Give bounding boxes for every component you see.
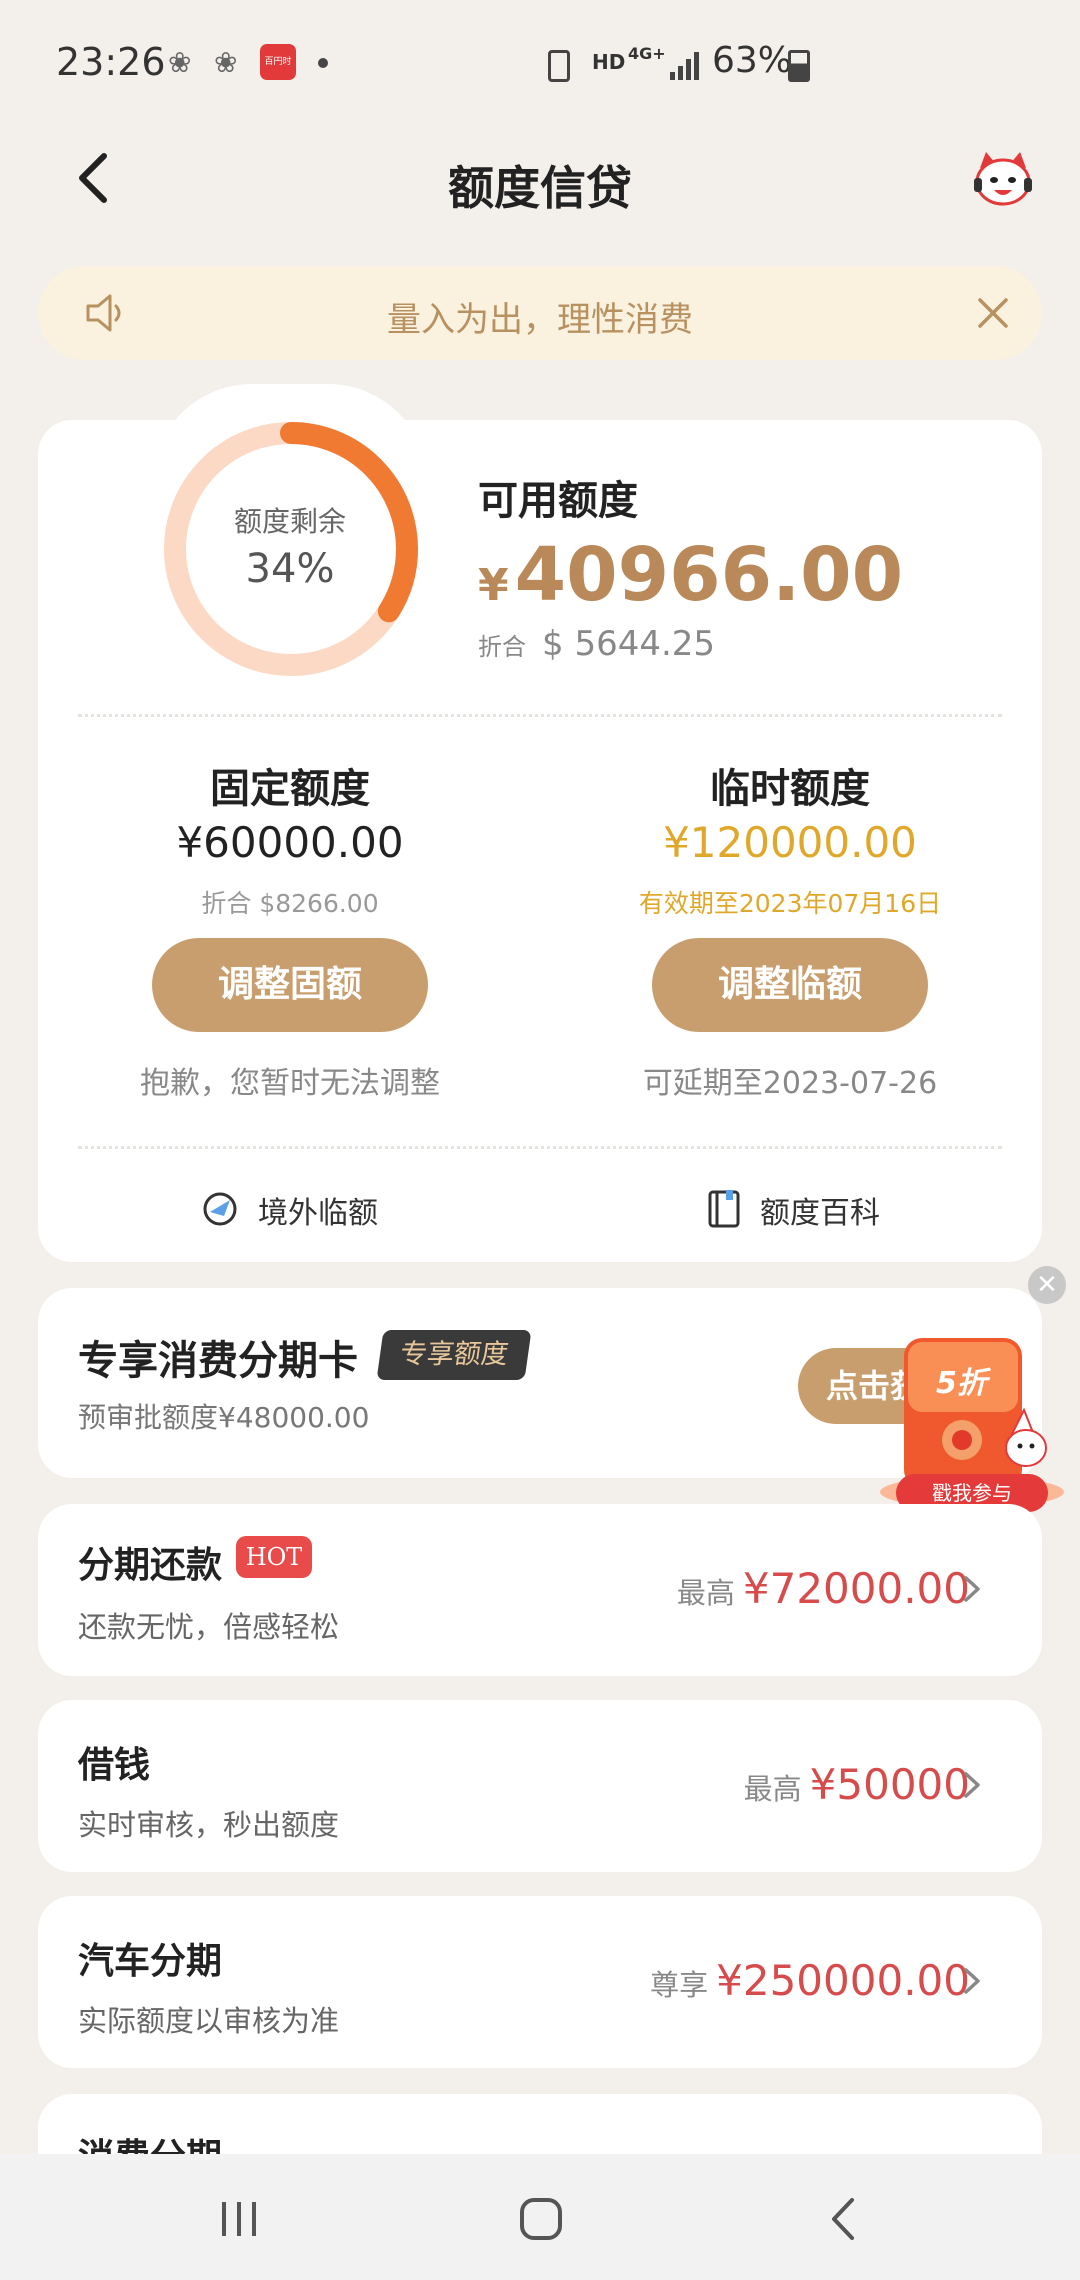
list-item-title: 分期还款: [78, 1545, 223, 1586]
available-amount: 40966.00: [514, 532, 904, 618]
available-usd: 折合 $ 5644.25: [478, 624, 715, 664]
list-item-amount: 尊享 ¥250000.00: [650, 1956, 970, 2005]
currency-symbol: ¥: [478, 560, 509, 611]
status-bar: 23:26 ❀ ❀ 百円时 HD 4G+ 63%: [0, 0, 1080, 120]
customer-service-button[interactable]: [970, 148, 1036, 210]
status-time: 23:26: [56, 40, 166, 84]
overseas-temp-credit-label: 境外临额: [258, 1196, 378, 1231]
mascot-cat-icon: [974, 152, 1032, 206]
list-item-amount: 最高 ¥50000: [744, 1760, 970, 1809]
promo-title: 专享消费分期卡: [78, 1338, 358, 1384]
chevron-right-icon: [964, 1968, 980, 1994]
divider: [78, 714, 1002, 717]
notice-banner: 量入为出，理性消费: [38, 266, 1042, 360]
amount-prefix: 最高: [743, 1772, 802, 1806]
network-gen-label: 4G+: [628, 44, 666, 63]
hot-badge: HOT: [236, 1536, 312, 1578]
close-icon[interactable]: [972, 292, 1014, 334]
discount-label: 5折: [936, 1366, 987, 1401]
ring-label: 额度剩余: [233, 505, 346, 538]
adjust-fixed-button[interactable]: 调整固额: [152, 938, 428, 1032]
list-item-subtitle: 实时审核，秒出额度: [78, 1808, 340, 1842]
list-item-subtitle: 实际额度以审核为准: [78, 2004, 340, 2038]
usd-amount: $ 5644.25: [542, 624, 716, 664]
recent-apps-icon[interactable]: [214, 2194, 264, 2244]
book-icon: [708, 1190, 740, 1228]
divider: [78, 1146, 1002, 1149]
list-item-title: 汽车分期: [78, 1941, 223, 1982]
temp-credit-value: ¥120000.00: [663, 818, 917, 867]
battery-percent: 63%: [712, 40, 793, 81]
available-credit-label: 可用额度: [478, 478, 638, 524]
hd-label: HD: [592, 50, 626, 74]
list-item-amount: 最高 ¥72000.00: [677, 1564, 970, 1613]
close-icon[interactable]: ✕: [1028, 1266, 1066, 1304]
app-notification-icon: 百円时: [260, 44, 296, 80]
credit-wiki-label: 额度百科: [760, 1196, 880, 1231]
chevron-right-icon: [964, 1772, 980, 1798]
fixed-credit-usd: 折合 $8266.00: [201, 889, 379, 918]
battery-icon: [788, 50, 810, 82]
temp-credit-note: 可延期至2023-07-26: [642, 1066, 938, 1101]
flower-icon: ❀: [168, 46, 192, 79]
fixed-credit-note: 抱歉，您暂时无法调整: [140, 1066, 440, 1101]
globe-plane-icon: [203, 1192, 237, 1226]
back-nav-icon[interactable]: [818, 2194, 868, 2244]
usd-prefix: 折合: [478, 633, 526, 661]
temp-credit-title: 临时额度: [710, 766, 870, 812]
promo-subtitle: 预审批额度¥48000.00: [78, 1401, 370, 1434]
amount-value: ¥250000.00: [716, 1956, 970, 2005]
amount-value: ¥50000: [809, 1760, 970, 1809]
amount-prefix: 尊享: [650, 1968, 709, 2002]
amount-value: ¥72000.00: [742, 1564, 970, 1613]
ring-percent: 34%: [245, 546, 335, 592]
notice-text: 量入为出，理性消费: [387, 300, 693, 340]
battery-saver-icon: [548, 50, 570, 82]
overseas-temp-credit-link[interactable]: 境外临额: [200, 1184, 400, 1234]
page-title: 额度信贷: [448, 161, 632, 215]
notification-dot-icon: [318, 58, 328, 68]
list-item-title: 借钱: [78, 1745, 151, 1786]
chevron-right-icon: [964, 1576, 980, 1602]
fixed-credit-value: ¥60000.00: [176, 818, 404, 867]
home-icon[interactable]: [516, 2194, 566, 2244]
amount-prefix: 最高: [676, 1576, 735, 1610]
available-credit-value: ¥40966.00: [478, 532, 903, 618]
credit-wiki-link[interactable]: 额度百科: [704, 1184, 904, 1234]
temp-credit-validity: 有效期至2023年07月16日: [638, 889, 942, 918]
signal-icon: [670, 50, 704, 80]
promo-tag: 专享额度: [376, 1330, 532, 1380]
adjust-temp-button[interactable]: 调整临额: [652, 938, 928, 1032]
flower-icon: ❀: [214, 46, 238, 79]
list-item-subtitle: 还款无忧，倍感轻松: [78, 1610, 340, 1644]
fixed-credit-title: 固定额度: [210, 766, 370, 812]
